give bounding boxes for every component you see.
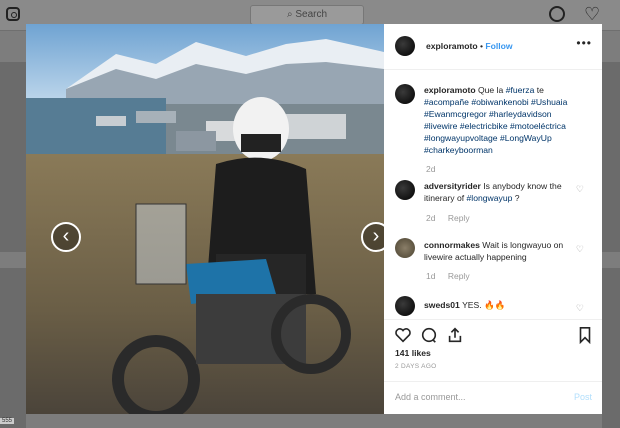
more-icon[interactable]: ••• bbox=[576, 36, 592, 50]
background-tile bbox=[602, 268, 620, 428]
compass-icon[interactable] bbox=[549, 6, 565, 22]
heart-icon[interactable] bbox=[394, 326, 412, 344]
avatar[interactable] bbox=[395, 296, 415, 316]
hashtag[interactable]: #Ewanmcgregor bbox=[424, 109, 487, 119]
reply-button[interactable]: Reply bbox=[448, 271, 470, 281]
hashtag[interactable]: #acompañe bbox=[424, 97, 469, 107]
hashtag[interactable]: #Ushuaia bbox=[531, 97, 567, 107]
background-tile bbox=[602, 62, 620, 252]
hashtag[interactable]: #motoeléctrica bbox=[510, 121, 566, 131]
hashtag[interactable]: #charkeyboorman bbox=[424, 145, 493, 155]
caption-text: te bbox=[534, 85, 544, 95]
avatar[interactable] bbox=[395, 36, 415, 56]
background-tile bbox=[0, 62, 26, 252]
hashtag[interactable]: #electricbike bbox=[460, 121, 508, 131]
background-tile bbox=[0, 268, 26, 428]
follow-button[interactable]: Follow bbox=[485, 41, 512, 51]
comment-meta: 2d Reply bbox=[426, 213, 470, 223]
motorcycle bbox=[112, 203, 351, 414]
caption-age: 2d bbox=[426, 164, 436, 174]
like-comment-heart-icon[interactable]: ♡ bbox=[576, 184, 584, 195]
post-button[interactable]: Post bbox=[574, 392, 592, 402]
hashtag[interactable]: #harleydavidson bbox=[489, 109, 552, 119]
header-line: exploramoto • Follow bbox=[426, 41, 513, 51]
hashtag[interactable]: #longwayupvoltage bbox=[424, 133, 498, 143]
chevron-left-icon[interactable]: ‹ bbox=[51, 222, 81, 252]
comment-age: 2d bbox=[426, 213, 436, 223]
hashtag[interactable]: #fuerza bbox=[506, 85, 535, 95]
likes-count[interactable]: 141 likes bbox=[395, 348, 431, 358]
username[interactable]: exploramoto bbox=[426, 41, 478, 51]
chevron-right-icon[interactable]: › bbox=[361, 222, 384, 252]
caption-username[interactable]: exploramoto bbox=[424, 85, 476, 95]
share-icon[interactable] bbox=[446, 326, 464, 344]
comment-age: 1d bbox=[426, 271, 436, 281]
comment: adversityrider Is anybody know the itine… bbox=[424, 180, 584, 204]
comment-meta: 1d Reply bbox=[426, 271, 470, 281]
comment-username[interactable]: sweds01 bbox=[424, 300, 460, 310]
post-side-panel: exploramoto • Follow ••• exploramoto Que… bbox=[384, 24, 602, 414]
hashtag[interactable]: #longwayup bbox=[467, 193, 513, 203]
comment-text: YES. 🔥🔥 bbox=[462, 300, 506, 310]
post-image[interactable]: ‹ › bbox=[26, 24, 384, 414]
like-comment-heart-icon[interactable]: ♡ bbox=[576, 244, 584, 255]
corner-label: 555 bbox=[0, 418, 15, 424]
hashtag[interactable]: #LongWayUp bbox=[500, 133, 552, 143]
separator: • bbox=[479, 41, 483, 51]
search-input[interactable]: ⌕ Search bbox=[250, 5, 364, 25]
avatar[interactable] bbox=[395, 180, 415, 200]
post-header: exploramoto • Follow ••• bbox=[384, 24, 602, 70]
comment: connormakes Wait is longwayuo on livewir… bbox=[424, 239, 584, 263]
post-time: 2 DAYS AGO bbox=[395, 363, 437, 370]
comment-username[interactable]: connormakes bbox=[424, 240, 480, 250]
comment: sweds01 YES. 🔥🔥 bbox=[424, 299, 584, 311]
instagram-logo-icon[interactable] bbox=[6, 7, 20, 21]
avatar[interactable] bbox=[395, 84, 415, 104]
hashtag[interactable]: #obiwankenobi bbox=[471, 97, 528, 107]
add-comment-input[interactable]: Add a comment... bbox=[395, 392, 466, 402]
avatar[interactable] bbox=[395, 238, 415, 258]
comment-icon[interactable] bbox=[420, 326, 438, 344]
heart-icon[interactable]: ♡ bbox=[584, 5, 600, 23]
like-comment-heart-icon[interactable]: ♡ bbox=[576, 303, 584, 314]
caption-text: Que la bbox=[477, 85, 506, 95]
add-comment-bar: Add a comment... Post bbox=[384, 381, 602, 415]
caption: exploramoto Que la #fuerza te #acompañe … bbox=[424, 84, 584, 156]
hashtag[interactable]: #livewire bbox=[424, 121, 457, 131]
search-placeholder: Search bbox=[295, 9, 328, 20]
reply-button[interactable]: Reply bbox=[448, 213, 470, 223]
comment-username[interactable]: adversityrider bbox=[424, 181, 481, 191]
comment-text-tail: ? bbox=[512, 193, 520, 203]
bookmark-icon[interactable] bbox=[576, 326, 594, 344]
